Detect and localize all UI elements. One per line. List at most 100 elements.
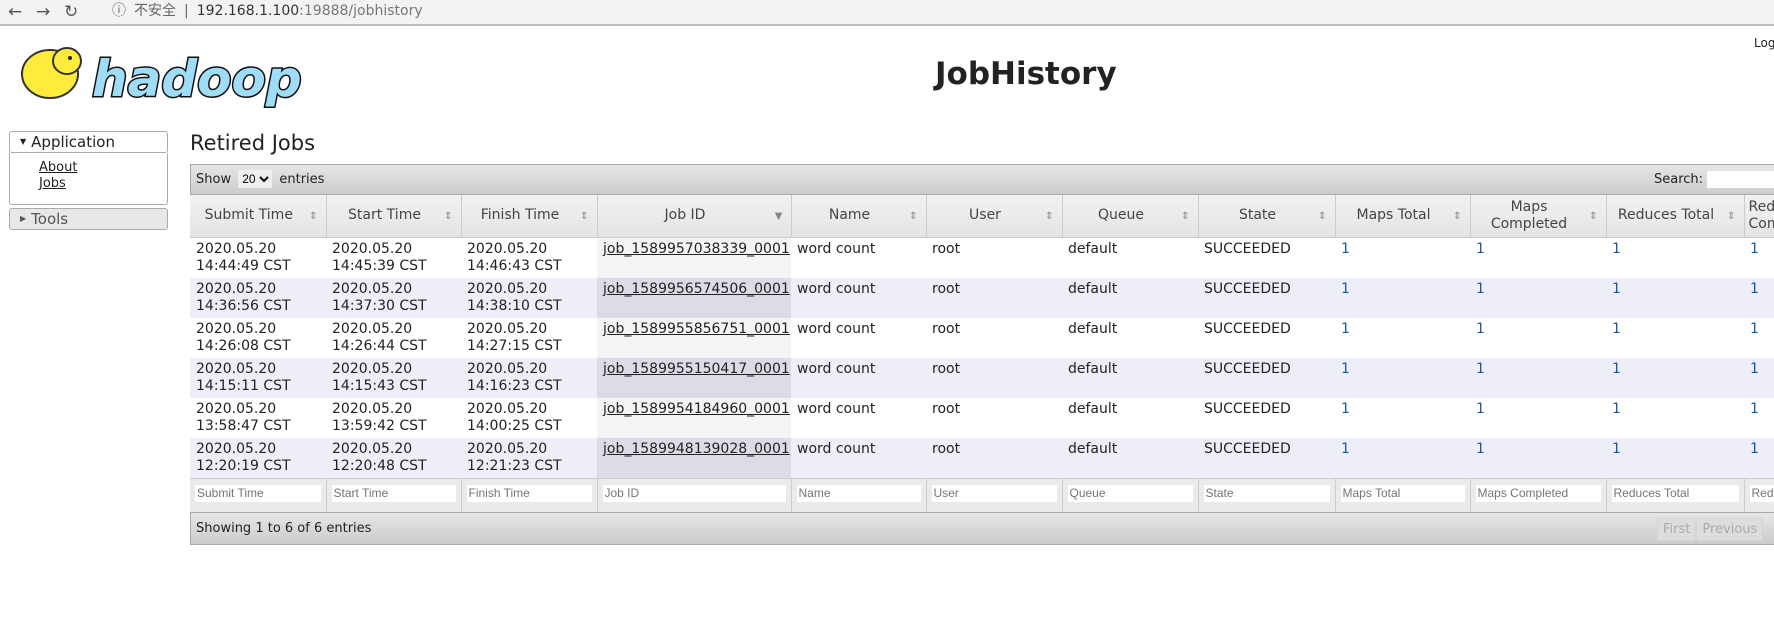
reload-icon[interactable]: ↻: [64, 2, 78, 22]
cell-maps-completed: 1: [1470, 437, 1606, 478]
cell-reduces-completed: 1: [1744, 277, 1774, 318]
column-header-label: Job ID: [664, 207, 706, 224]
cell-start: 2020.05.20 14:37:30 CST: [326, 277, 461, 318]
column-filter-input[interactable]: [796, 484, 921, 502]
cell-maps-total: 1: [1335, 317, 1470, 358]
column-header[interactable]: Maps Total ⇕: [1335, 195, 1471, 238]
triangle-right-icon: ▶: [20, 214, 27, 223]
date: 2020.05.20: [196, 280, 277, 297]
column-filter-input[interactable]: [331, 484, 456, 502]
entries-select[interactable]: 20: [238, 170, 273, 188]
search-input[interactable]: [1707, 171, 1774, 188]
cell-maps-total: 1: [1335, 437, 1470, 478]
column-filter-input[interactable]: [1340, 484, 1465, 502]
cell-finish: 2020.05.20 14:38:10 CST: [461, 277, 597, 318]
column-header-label: Reduces Total: [1617, 207, 1715, 224]
column-header[interactable]: Reduces Total ⇕: [1606, 195, 1745, 238]
column-header-label: Start Time: [348, 207, 421, 224]
sidebar-application-header[interactable]: ▼ Application: [9, 131, 168, 153]
time: 12:20:19 CST: [196, 457, 291, 474]
time: 14:38:10 CST: [467, 297, 562, 314]
cell-maps-total: 1: [1335, 237, 1470, 278]
job-id-link[interactable]: job_1589955856751_0001: [603, 321, 790, 337]
job-id-link[interactable]: job_1589956574506_0001: [603, 281, 790, 297]
cell-maps-total: 1: [1335, 397, 1470, 438]
column-filter-input[interactable]: [602, 484, 786, 502]
date: 2020.05.20: [332, 360, 413, 377]
svg-text:hadoop: hadoop: [92, 50, 302, 108]
job-id-link[interactable]: job_1589948139028_0001: [603, 441, 790, 457]
column-header[interactable]: Start Time ⇕: [326, 195, 462, 238]
cell-maps-completed: 1: [1470, 357, 1606, 398]
back-icon[interactable]: ←: [8, 2, 22, 22]
cell-finish: 2020.05.20 14:16:23 CST: [461, 357, 597, 398]
cell-finish: 2020.05.20 14:27:15 CST: [461, 317, 597, 358]
date: 2020.05.20: [332, 320, 413, 337]
previous-page-button[interactable]: Previous: [1696, 518, 1764, 541]
column-header-label: User: [969, 207, 1001, 224]
cell-reduces-completed: 1: [1744, 437, 1774, 478]
column-header[interactable]: State ⇕: [1198, 195, 1336, 238]
column-header[interactable]: Name ⇕: [791, 195, 927, 238]
date: 2020.05.20: [467, 280, 548, 297]
time: 14:44:49 CST: [196, 257, 291, 274]
date: 2020.05.20: [332, 440, 413, 457]
column-filter-input[interactable]: [1203, 484, 1330, 502]
cell-reduces-completed: 1: [1744, 397, 1774, 438]
column-header[interactable]: User ⇕: [926, 195, 1063, 238]
section-heading: Retired Jobs: [190, 131, 316, 155]
forward-icon[interactable]: →: [36, 2, 50, 22]
sort-icon: ⇕: [1727, 211, 1736, 222]
cell-state: SUCCEEDED: [1198, 317, 1335, 358]
column-header[interactable]: Queue ⇕: [1062, 195, 1199, 238]
column-header[interactable]: Finish Time ⇕: [461, 195, 598, 238]
cell-maps-completed: 1: [1470, 277, 1606, 318]
column-filter-input[interactable]: [931, 484, 1057, 502]
show-label: Show: [196, 172, 232, 187]
column-filter-input[interactable]: [1611, 484, 1739, 502]
cell-reduces-total: 1: [1606, 437, 1744, 478]
cell-reduces-total: 1: [1606, 237, 1744, 278]
column-header[interactable]: Maps Completed ⇕: [1470, 195, 1607, 238]
hadoop-logo: hadoop: [12, 36, 312, 112]
cell-start: 2020.05.20 14:45:39 CST: [326, 237, 461, 278]
column-filter-input[interactable]: [466, 484, 592, 502]
time: 14:00:25 CST: [467, 417, 562, 434]
cell-reduces-total: 1: [1606, 397, 1744, 438]
sidebar-link-about[interactable]: About: [39, 160, 167, 176]
cell-queue: default: [1062, 277, 1198, 318]
column-header-label: Reduces Completed: [1748, 198, 1774, 232]
job-id-link[interactable]: job_1589957038339_0001: [603, 241, 790, 257]
application-links: About Jobs: [9, 153, 168, 205]
filter-cell: [1606, 477, 1745, 512]
sort-icon: ⇕: [1453, 211, 1462, 222]
filter-cell: [1335, 477, 1471, 512]
cell-finish: 2020.05.20 14:00:25 CST: [461, 397, 597, 438]
column-filter-input[interactable]: [1749, 484, 1774, 502]
column-filter-input[interactable]: [195, 484, 321, 502]
sidebar-tools-header[interactable]: ▶ Tools: [9, 208, 168, 230]
job-id-link[interactable]: job_1589954184960_0001: [603, 401, 790, 417]
sort-icon: ⇕: [444, 211, 453, 222]
jobs-table: Submit Time ⇕ Start Time ⇕ Finish Time ⇕ Job I…: [190, 195, 1774, 512]
column-filter-input[interactable]: [1475, 484, 1601, 502]
column-header[interactable]: Reduces Completed⇕: [1744, 195, 1774, 238]
column-header[interactable]: Submit Time ⇕: [190, 195, 327, 238]
cell-job: job_1589957038339_0001: [597, 237, 791, 278]
application-label: Application: [31, 133, 115, 151]
first-page-button[interactable]: First: [1657, 518, 1697, 541]
login-link[interactable]: Log: [1754, 36, 1774, 50]
cell-maps-total: 1: [1335, 277, 1470, 318]
cell-name: word count: [791, 237, 926, 278]
job-id-link[interactable]: job_1589955150417_0001: [603, 361, 790, 377]
column-header[interactable]: Job ID ▼: [597, 195, 792, 238]
sort-icon: ⇕: [909, 211, 918, 222]
date: 2020.05.20: [196, 240, 277, 257]
column-filter-input[interactable]: [1067, 484, 1193, 502]
sidebar-link-jobs[interactable]: Jobs: [39, 176, 167, 192]
date: 2020.05.20: [332, 280, 413, 297]
address-bar[interactable]: ⓘ 不安全 | 192.168.1.100:19888/jobhistory: [100, 0, 1774, 24]
date: 2020.05.20: [196, 440, 277, 457]
sort-icon: ⇕: [309, 211, 318, 222]
cell-job: job_1589954184960_0001: [597, 397, 791, 438]
